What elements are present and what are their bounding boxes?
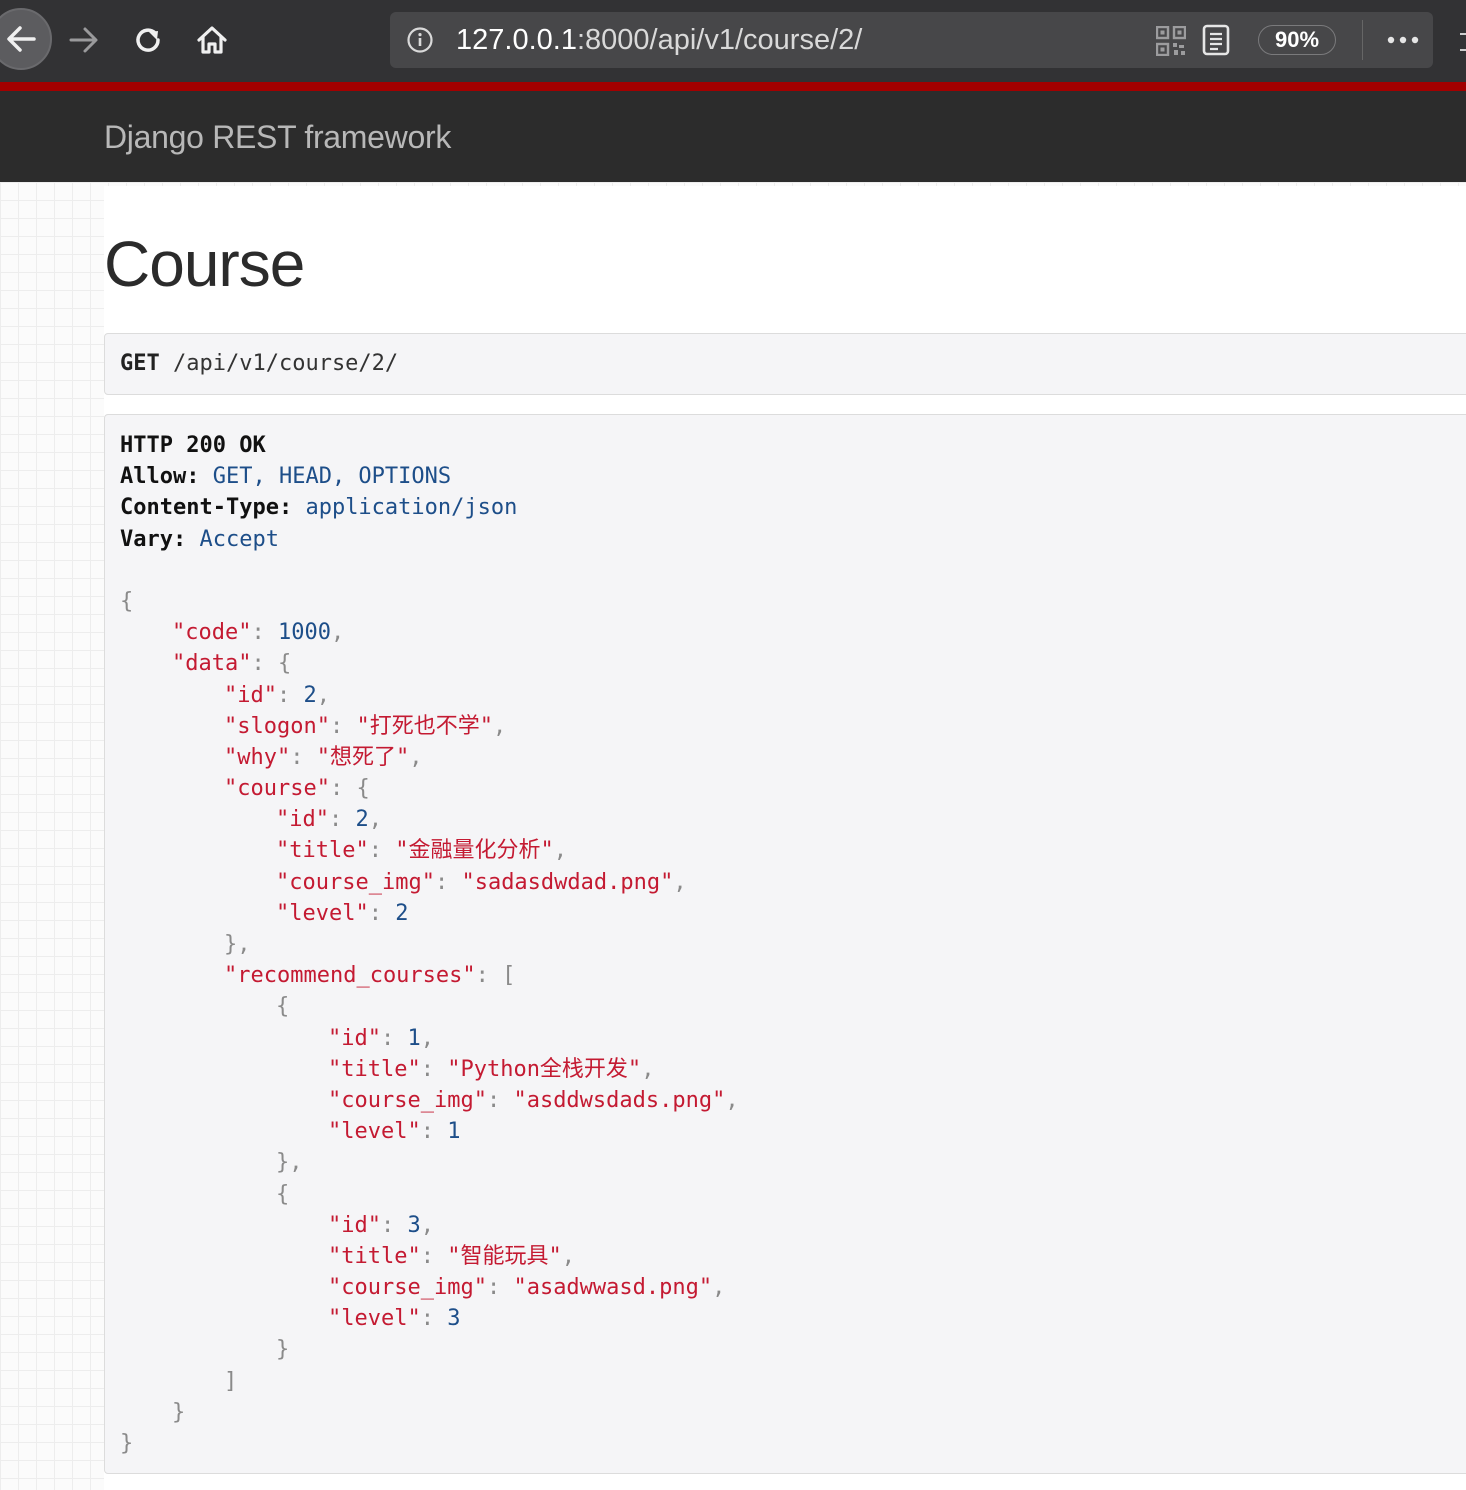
status-line: HTTP 200 OK: [120, 433, 266, 458]
page-title: Course: [104, 228, 305, 300]
navbar: Django REST framework: [0, 91, 1466, 182]
json-line: {: [120, 588, 134, 614]
info-icon[interactable]: [406, 26, 434, 54]
request-line: GET /api/v1/course/2/: [120, 349, 398, 379]
json-line: },: [224, 932, 251, 957]
json-line-course-id: "id": 2,: [276, 807, 382, 833]
home-icon: [197, 26, 227, 54]
qr-code-icon[interactable]: [1156, 26, 1186, 56]
accent-bar: [0, 82, 1466, 91]
header-allow: Allow: GET, HEAD, OPTIONS: [120, 464, 452, 490]
json-line-rec0-img: "course_img": "asddwsdads.png",: [328, 1087, 739, 1113]
arrow-right-icon: [69, 27, 98, 53]
toolbar-divider: [1362, 20, 1363, 60]
reload-button[interactable]: [118, 10, 178, 70]
request-method: GET: [120, 351, 160, 376]
header-content-type: Content-Type: application/json: [120, 495, 518, 521]
url-host: 127.0.0.1: [456, 24, 577, 56]
reader-view-icon[interactable]: [1202, 24, 1230, 56]
json-line-course-level: "level": 2: [276, 900, 409, 926]
json-line-rec0-id: "id": 1,: [328, 1025, 434, 1051]
json-line-rec1-id: "id": 3,: [328, 1212, 434, 1238]
overflow-edge-icon: [1460, 33, 1466, 51]
request-info: GET /api/v1/course/2/: [104, 333, 1466, 395]
json-line: {: [276, 1181, 290, 1207]
json-line-slogon: "slogon": "打死也不学",: [224, 713, 507, 739]
response-content: HTTP 200 OK Allow: GET, HEAD, OPTIONS Co…: [120, 430, 739, 1459]
browser-toolbar: 127.0.0.1:8000/api/v1/course/2/ 90%: [0, 0, 1466, 82]
json-line-course-title: "title": "金融量化分析",: [276, 838, 567, 864]
json-line-recommend: "recommend_courses": [: [224, 963, 516, 989]
json-line-why: "why": "想死了",: [224, 744, 423, 770]
json-line: }: [172, 1399, 186, 1425]
home-button[interactable]: [182, 10, 242, 70]
json-line: }: [276, 1337, 290, 1363]
address-bar[interactable]: 127.0.0.1:8000/api/v1/course/2/ 90%: [390, 12, 1433, 68]
json-line-course: "course": {: [224, 776, 370, 802]
json-line-rec1-title: "title": "智能玩具",: [328, 1243, 575, 1269]
reload-icon: [136, 28, 160, 52]
json-line-data: "data": {: [172, 651, 292, 677]
json-line-rec0-level: "level": 1: [328, 1119, 461, 1145]
json-line-rec1-img: "course_img": "asadwwasd.png",: [328, 1275, 726, 1301]
json-line: }: [120, 1431, 134, 1456]
json-line: {: [276, 994, 290, 1020]
json-line-rec0-title: "title": "Python全栈开发",: [328, 1056, 655, 1082]
back-button[interactable]: [0, 8, 52, 70]
url-text[interactable]: 127.0.0.1:8000/api/v1/course/2/: [456, 22, 862, 58]
json-line: },: [276, 1150, 303, 1176]
json-line-data-id: "id": 2,: [224, 682, 330, 708]
json-line-rec1-level: "level": 3: [328, 1306, 461, 1332]
arrow-left-icon: [7, 26, 36, 52]
json-line: ]: [224, 1368, 238, 1394]
json-line-course-img: "course_img": "sadasdwdad.png",: [276, 869, 687, 895]
zoom-level-badge[interactable]: 90%: [1258, 25, 1336, 55]
request-path: /api/v1/course/2/: [173, 351, 399, 376]
header-vary: Vary: Accept: [120, 526, 279, 552]
response-info: HTTP 200 OK Allow: GET, HEAD, OPTIONS Co…: [104, 414, 1466, 1474]
more-horizontal-icon[interactable]: [1386, 26, 1420, 54]
forward-button[interactable]: [54, 10, 114, 70]
brand-link[interactable]: Django REST framework: [104, 119, 451, 155]
json-line-code: "code": 1000,: [172, 620, 345, 646]
url-path: :8000/api/v1/course/2/: [576, 24, 863, 56]
